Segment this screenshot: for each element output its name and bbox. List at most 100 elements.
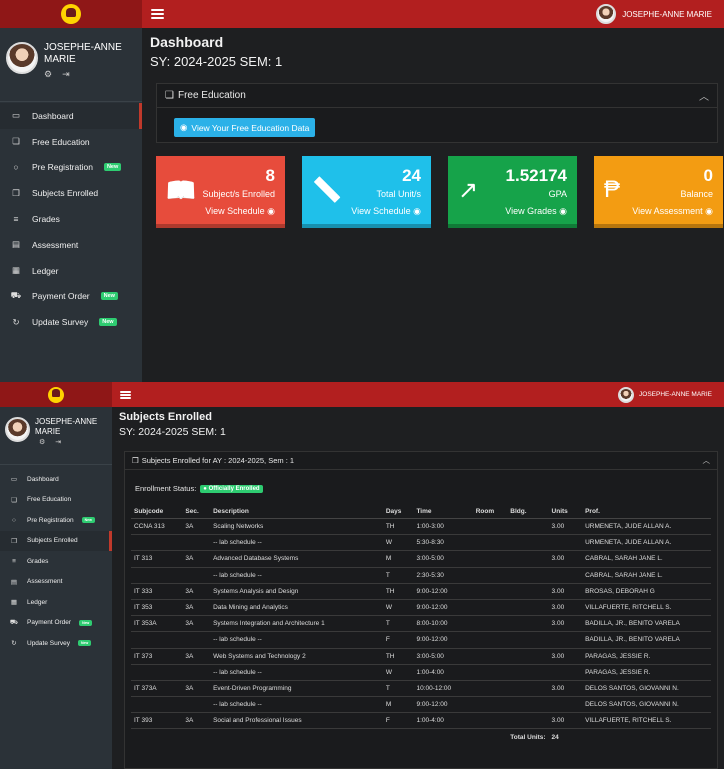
new-badge: New xyxy=(78,640,92,647)
sidebar-item-label: Grades xyxy=(32,214,60,225)
gift-icon: ❏ xyxy=(11,496,17,504)
table-cell xyxy=(131,567,183,584)
free-education-header: ❏ Free Education ︿ xyxy=(157,84,717,108)
logo-area[interactable] xyxy=(0,0,142,28)
new-badge: New xyxy=(79,619,93,626)
sidebar-item-free-education[interactable]: ❏ Free Education xyxy=(0,129,142,155)
table-row: -- lab schedule -- M 9:00-12:00 DELOS SANTO… xyxy=(131,696,711,714)
table-cell: Data Mining and Analytics xyxy=(210,599,383,617)
column-header: Description xyxy=(210,505,383,519)
table-row: CCNA 313 3A Scaling Networks TH 1:00-3:00 3.0… xyxy=(131,518,711,536)
table-cell: -- lab schedule -- xyxy=(210,534,383,552)
eye-icon: ◉ xyxy=(556,206,567,216)
table-cell: IT 333 xyxy=(131,583,183,600)
sidebar-item-update-survey[interactable]: ↻ Update Survey New xyxy=(0,309,142,335)
stat-card-2: 📏 24 Total Unit/s View Schedule ◉ xyxy=(302,156,431,228)
sidebar-item-dashboard[interactable]: ▭ Dashboard xyxy=(0,103,142,129)
user-menu[interactable]: JOSEPHE-ANNE MARIE xyxy=(596,4,712,24)
sidebar-item-pre-registration[interactable]: ○ Pre Registration New xyxy=(0,155,142,181)
total-label: Total Units: xyxy=(510,733,546,741)
sidebar-item-subjects-enrolled[interactable]: ❒ Subjects Enrolled xyxy=(0,180,142,206)
table-cell: DELOS SANTOS, GIOVANNI N. xyxy=(582,696,711,714)
new-badge: New xyxy=(100,292,118,301)
new-badge: New xyxy=(103,163,122,172)
stat-value: 8 xyxy=(265,166,275,185)
logo-area[interactable] xyxy=(0,382,112,407)
sidebar: JOSEPHE-ANNE MARIE ⚙ ⇥ ▭ Dashboard ❏ Free E… xyxy=(0,28,142,382)
stat-link[interactable]: View Schedule ◉ xyxy=(351,206,421,217)
table-cell xyxy=(507,518,549,536)
sidebar-item-label: Assessment xyxy=(27,578,63,586)
menu-toggle-icon[interactable] xyxy=(120,390,131,399)
page-subtitle: SY: 2024-2025 SEM: 1 xyxy=(119,426,226,438)
table-row: IT 393 3A Social and Professional Issues F 1… xyxy=(131,712,711,730)
table-cell: -- lab schedule -- xyxy=(210,696,383,714)
table-cell xyxy=(131,696,183,714)
stat-value: 1.52174 xyxy=(505,166,567,185)
gear-icon[interactable]: ⚙ xyxy=(44,69,52,80)
table-cell: CABRAL, SARAH JANE L. xyxy=(582,550,711,568)
table-cell: Event-Driven Programming xyxy=(210,680,383,698)
sidebar-item-label: Payment Order xyxy=(32,291,90,302)
table-cell xyxy=(472,534,508,552)
table-cell: Scaling Networks xyxy=(210,518,383,536)
sidebar-item-ledger[interactable]: ▦ Ledger xyxy=(0,258,142,284)
menu-toggle-icon[interactable] xyxy=(151,9,164,19)
sidebar-item-dashboard[interactable]: ▭ Dashboard xyxy=(0,469,112,490)
gear-icon[interactable]: ⚙ xyxy=(39,438,45,446)
table-cell xyxy=(210,729,383,745)
table-cell: 3A xyxy=(182,599,211,617)
top-navbar: JOSEPHE-ANNE MARIE xyxy=(0,382,724,407)
sidebar-user-panel: JOSEPHE-ANNE MARIE ⚙ ⇥ xyxy=(0,28,142,102)
stat-link[interactable]: View Assessment ◉ xyxy=(632,206,713,217)
table-cell: DELOS SANTOS, GIOVANNI N. xyxy=(582,680,711,698)
table-cell: 5:30-8:30 xyxy=(413,534,473,552)
table-cell xyxy=(182,567,211,584)
stat-label: Total Unit/s xyxy=(376,189,421,199)
sidebar-item-label: Pre Registration xyxy=(32,162,93,173)
table-cell xyxy=(472,696,508,714)
sidebar-item-label: Ledger xyxy=(32,265,59,276)
table-cell xyxy=(507,567,549,584)
sidebar-item-update-survey[interactable]: ↻ Update Survey New xyxy=(0,633,112,654)
table-cell: 8:00-10:00 xyxy=(413,615,473,633)
sidebar-item-assessment[interactable]: ▤ Assessment xyxy=(0,232,142,258)
sidebar-item-assessment[interactable]: ▤ Assessment xyxy=(0,572,112,593)
total-value: 24 xyxy=(551,733,559,741)
view-free-education-button[interactable]: ◉ View Your Free Education Data xyxy=(174,118,316,137)
school-logo xyxy=(61,4,81,24)
stat-link[interactable]: View Schedule ◉ xyxy=(205,206,275,217)
free-education-title: Free Education xyxy=(177,90,246,101)
chevron-up-icon[interactable]: ︿ xyxy=(699,88,709,103)
sidebar-item-label: Assessment xyxy=(32,239,79,250)
sidebar-item-subjects-enrolled[interactable]: ❒ Subjects Enrolled xyxy=(0,530,112,551)
sidebar-item-grades[interactable]: ≡ Grades xyxy=(0,551,112,572)
table-cell: -- lab schedule -- xyxy=(210,664,383,681)
logout-icon[interactable]: ⇥ xyxy=(55,438,61,446)
table-cell xyxy=(472,648,508,665)
ruler-icon: 📏 xyxy=(312,177,342,204)
user-menu[interactable]: JOSEPHE-ANNE MARIE xyxy=(618,386,712,403)
table-cell: TH xyxy=(382,518,414,536)
table-cell xyxy=(507,648,549,665)
column-header: Bldg. xyxy=(507,505,549,519)
sidebar-item-ledger[interactable]: ▦ Ledger xyxy=(0,592,112,613)
table-cell xyxy=(472,518,508,536)
logout-icon[interactable]: ⇥ xyxy=(62,69,70,80)
column-header: Time xyxy=(413,505,473,519)
sidebar-item-grades[interactable]: ≡ Grades xyxy=(0,206,142,232)
table-cell xyxy=(472,583,508,600)
main-content: Subjects Enrolled SY: 2024-2025 SEM: 1 ❒… xyxy=(112,407,724,769)
chevron-up-icon[interactable]: ︿ xyxy=(703,455,711,466)
stat-label: Subject/s Enrolled xyxy=(202,189,275,199)
sidebar-item-label: Subjects Enrolled xyxy=(32,188,99,199)
table-cell xyxy=(472,631,508,649)
sidebar-item-payment-order[interactable]: ⛟ Payment Order New xyxy=(0,613,112,634)
table-cell xyxy=(507,599,549,617)
sidebar-item-pre-registration[interactable]: ○ Pre Registration New xyxy=(0,510,112,531)
sidebar-item-payment-order[interactable]: ⛟ Payment Order New xyxy=(0,284,142,310)
table-cell: Web Systems and Technology 2 xyxy=(210,648,383,665)
stat-link[interactable]: View Grades ◉ xyxy=(505,206,567,217)
table-row: -- lab schedule -- W 5:30-8:30 URMENETA, JU… xyxy=(131,534,711,552)
sidebar-item-free-education[interactable]: ❏ Free Education xyxy=(0,490,112,511)
